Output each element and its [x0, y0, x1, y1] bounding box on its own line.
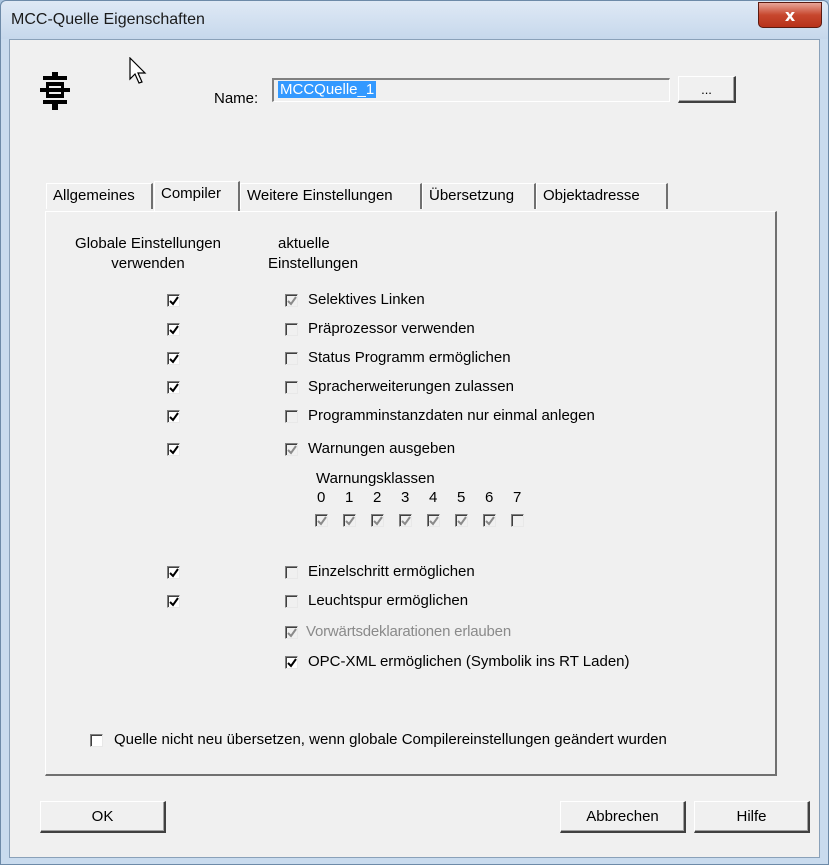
close-icon: x	[784, 5, 796, 25]
option-label: Leuchtspur ermöglichen	[308, 592, 469, 609]
warning-class-number: 7	[513, 489, 522, 506]
tab-objektadresse[interactable]: Objektadresse	[536, 183, 668, 209]
global-checkbox-programminstanzdaten[interactable]	[167, 410, 180, 423]
dialog-window: MCC-Quelle Eigenschaften x Name: MCCQuel…	[0, 0, 829, 865]
option-label: Spracherweiterungen zulassen	[308, 378, 514, 395]
tab-allgemeines[interactable]: Allgemeines	[46, 183, 153, 209]
current-checkbox-warnungen[interactable]	[285, 443, 298, 456]
option-label: Einzelschritt ermöglichen	[308, 563, 475, 580]
pointer-arrow-icon	[129, 57, 147, 84]
current-checkbox-einzelschritt[interactable]	[285, 566, 298, 579]
opc-xml-checkbox[interactable]	[285, 656, 298, 669]
tab-uebersetzung[interactable]: Übersetzung	[422, 183, 536, 209]
help-button[interactable]: Hilfe	[694, 801, 810, 833]
current-checkbox-spracherweiterungen[interactable]	[285, 381, 298, 394]
global-checkbox-warnungen[interactable]	[167, 443, 180, 456]
warning-class-checkbox-0[interactable]	[315, 514, 328, 527]
warning-class-number: 1	[345, 489, 354, 506]
option-label: Präprozessor verwenden	[308, 320, 475, 337]
warning-class-checkbox-4[interactable]	[427, 514, 440, 527]
option-label: Status Programm ermöglichen	[308, 349, 511, 366]
warning-class-number: 0	[317, 489, 326, 506]
warning-class-checkbox-3[interactable]	[399, 514, 412, 527]
warning-class-number: 6	[485, 489, 494, 506]
warning-class-number: 2	[373, 489, 382, 506]
global-checkbox-leuchtspur[interactable]	[167, 595, 180, 608]
window-title: MCC-Quelle Eigenschaften	[11, 11, 205, 28]
warning-class-number: 5	[457, 489, 466, 506]
tab-compiler[interactable]: Compiler	[154, 181, 240, 211]
global-settings-header-line1: Globale Einstellungen	[75, 235, 221, 252]
browse-button[interactable]: ...	[678, 76, 736, 103]
warning-class-checkbox-7[interactable]	[511, 514, 524, 527]
global-checkbox-status-programm[interactable]	[167, 352, 180, 365]
current-checkbox-programminstanzdaten[interactable]	[285, 410, 298, 423]
warning-class-number: 4	[429, 489, 438, 506]
name-label: Name:	[214, 90, 259, 107]
warning-class-checkbox-6[interactable]	[483, 514, 496, 527]
forward-declarations-checkbox[interactable]	[285, 626, 298, 639]
option-label: Warnungen ausgeben	[308, 440, 456, 457]
global-checkbox-einzelschritt[interactable]	[167, 566, 180, 579]
current-checkbox-selektives-linken[interactable]	[285, 294, 298, 307]
opc-xml-label: OPC-XML ermöglichen (Symbolik ins RT Lad…	[308, 653, 630, 670]
current-settings-header: aktuelle Einstellungen	[268, 234, 358, 274]
tab-weitere-einstellungen[interactable]: Weitere Einstellungen	[240, 183, 422, 209]
no-recompile-label: Quelle nicht neu übersetzen, wenn global…	[114, 731, 667, 748]
warning-class-number: 3	[401, 489, 410, 506]
global-checkbox-spracherweiterungen[interactable]	[167, 381, 180, 394]
mcc-source-icon	[40, 72, 70, 110]
option-label: Selektives Linken	[308, 291, 425, 308]
ok-button[interactable]: OK	[40, 801, 166, 833]
global-checkbox-selektives-linken[interactable]	[167, 294, 180, 307]
no-recompile-checkbox[interactable]	[90, 734, 103, 747]
cancel-button[interactable]: Abbrechen	[560, 801, 686, 833]
current-settings-header-line1: aktuelle	[278, 235, 330, 252]
name-input[interactable]: MCCQuelle_1	[272, 78, 670, 102]
forward-declarations-label: Vorwärtsdeklarationen erlauben	[306, 623, 511, 640]
current-settings-header-line2: Einstellungen	[268, 255, 359, 272]
warning-class-checkbox-2[interactable]	[371, 514, 384, 527]
current-checkbox-leuchtspur[interactable]	[285, 595, 298, 608]
dialog-client-area: Name: MCCQuelle_1 ... Allgemeines Compil…	[9, 39, 820, 858]
global-settings-header-line2: verwenden	[111, 255, 185, 272]
warning-classes-label: Warnungsklassen	[316, 470, 435, 487]
warning-class-checkbox-1[interactable]	[343, 514, 356, 527]
warning-class-checkbox-5[interactable]	[455, 514, 468, 527]
current-checkbox-status-programm[interactable]	[285, 352, 298, 365]
global-checkbox-praeprozessor[interactable]	[167, 323, 180, 336]
option-label: Programminstanzdaten nur einmal anlegen	[308, 407, 595, 424]
current-checkbox-praeprozessor[interactable]	[285, 323, 298, 336]
name-input-selected-text: MCCQuelle_1	[278, 81, 377, 98]
mouse-cursor-icon	[121, 1, 151, 49]
global-settings-header: Globale Einstellungen verwenden	[68, 234, 228, 274]
close-button[interactable]: x	[758, 2, 822, 28]
